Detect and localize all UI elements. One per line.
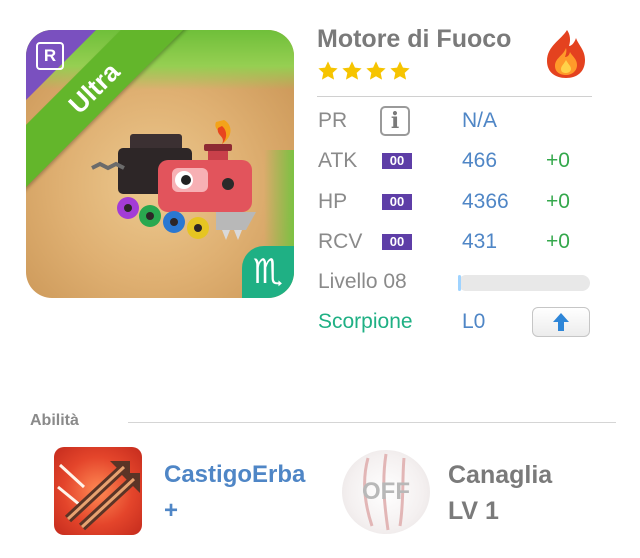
- fire-icon: [547, 30, 585, 78]
- level-progress-bar: [458, 275, 590, 291]
- star-icon: [366, 61, 386, 80]
- level-label: Livello 08: [318, 270, 407, 293]
- passive-skill-name[interactable]: Canaglia: [448, 461, 552, 490]
- arrow-up-icon: [553, 313, 569, 331]
- card-art[interactable]: Ultra R ♏: [26, 30, 294, 298]
- sign-label: Scorpione: [318, 310, 413, 333]
- rarity-badge: R: [36, 42, 64, 70]
- stat-label-rcv: RCV: [318, 230, 363, 253]
- star-icon: [318, 61, 338, 80]
- stat-bonus-hp: +0: [546, 190, 570, 213]
- abilities-section-title: Abilità: [30, 412, 79, 429]
- info-icon[interactable]: i: [380, 106, 410, 136]
- active-skill-suffix: +: [164, 497, 179, 524]
- star-rating: [317, 60, 411, 82]
- stat-label-hp: HP: [318, 190, 348, 213]
- star-icon: [342, 61, 362, 80]
- level-progress-fill: [458, 275, 461, 291]
- header-divider: [317, 96, 592, 97]
- passive-skill-level: LV 1: [448, 497, 499, 525]
- upgrade-sign-button[interactable]: [532, 307, 590, 337]
- stat-label-atk: ATK: [318, 149, 358, 172]
- passive-skill-icon[interactable]: OFF: [342, 450, 430, 534]
- stat-value-pr: N/A: [462, 109, 498, 132]
- abilities-divider: [128, 422, 616, 423]
- stat-bonus-atk: +0: [546, 149, 570, 172]
- stat-bonus-rcv: +0: [546, 230, 570, 253]
- stat-badge-hp: 00: [382, 194, 412, 210]
- claw-slash-icon: [57, 461, 140, 531]
- stat-value-rcv: 431: [462, 230, 498, 253]
- stat-badge-atk: 00: [382, 153, 412, 169]
- fire-engine-illustration: [91, 120, 256, 240]
- stat-label-pr: PR: [318, 109, 348, 132]
- star-icon: [390, 61, 410, 80]
- stat-badge-rcv: 00: [382, 234, 412, 250]
- scorpio-sign-badge: ♏: [242, 246, 294, 298]
- passive-skill-status: OFF: [362, 478, 410, 505]
- active-skill-icon[interactable]: [54, 447, 142, 535]
- active-skill-name[interactable]: CastigoErba: [164, 461, 305, 489]
- card-name: Motore di Fuoco: [317, 25, 512, 53]
- stat-value-hp: 4366: [462, 190, 509, 213]
- stat-value-atk: 466: [462, 149, 498, 172]
- sign-level: L0: [462, 310, 486, 333]
